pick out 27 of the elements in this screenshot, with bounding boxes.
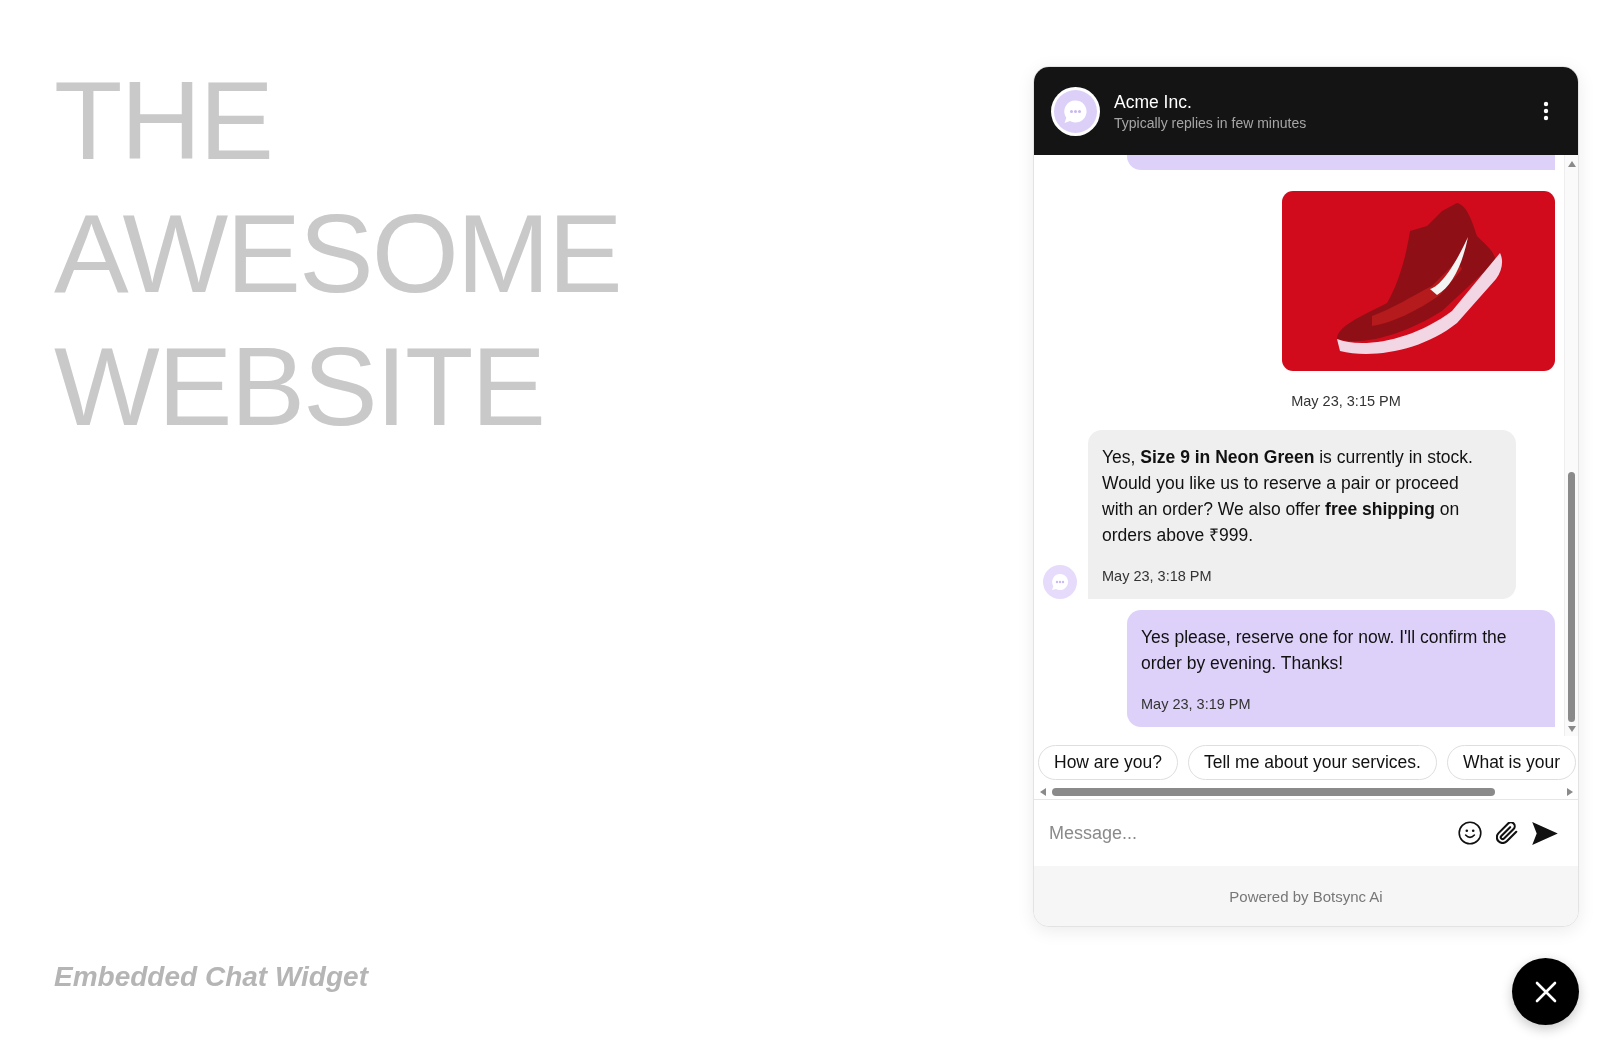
- message-time: May 23, 3:15 PM: [1291, 392, 1401, 410]
- chat-bubble-icon: [1043, 565, 1077, 599]
- more-options-icon[interactable]: [1543, 101, 1549, 121]
- suggestion-chip[interactable]: How are you?: [1038, 745, 1178, 780]
- message-text: Yes, Size 9 in Neon Green is currently in stock. Would you like us to reserve a pair or proceed with an order? We also offer free shipping on orders above ₹999.: [1102, 446, 1474, 547]
- suggestion-chip[interactable]: What is your: [1446, 745, 1577, 780]
- scrollbar-thumb[interactable]: [1568, 472, 1575, 722]
- message-input[interactable]: Message...: [1049, 818, 1444, 848]
- message-text: Yes please, reserve one for now. I'll confirm the order by evening. Thanks!: [1141, 626, 1508, 675]
- close-button[interactable]: [1512, 958, 1579, 1025]
- suggestion-chip[interactable]: Tell me about your services.: [1188, 745, 1437, 780]
- message-time: May 23, 3:18 PM: [1102, 567, 1213, 585]
- scroll-down-arrow-icon[interactable]: [1567, 726, 1576, 732]
- emoji-icon[interactable]: [1458, 821, 1482, 845]
- send-icon[interactable]: [1532, 821, 1558, 845]
- page-caption: Embedded Chat Widget: [54, 960, 368, 994]
- message-time: May 23, 3:19 PM: [1141, 695, 1252, 713]
- scroll-right-arrow-icon[interactable]: [1567, 787, 1573, 796]
- scroll-left-arrow-icon[interactable]: [1040, 787, 1046, 796]
- chat-title: Acme Inc.: [1114, 90, 1192, 113]
- powered-by-text: Powered by Botsync Ai: [1229, 887, 1383, 905]
- close-icon: [1534, 980, 1557, 1003]
- chat-bubble-icon: [1051, 86, 1100, 136]
- scroll-up-arrow-icon[interactable]: [1567, 161, 1576, 167]
- paperclip-icon[interactable]: [1496, 822, 1518, 844]
- chat-status: Typically replies in few minutes: [1114, 113, 1307, 132]
- scrollbar-thumb[interactable]: [1052, 787, 1495, 796]
